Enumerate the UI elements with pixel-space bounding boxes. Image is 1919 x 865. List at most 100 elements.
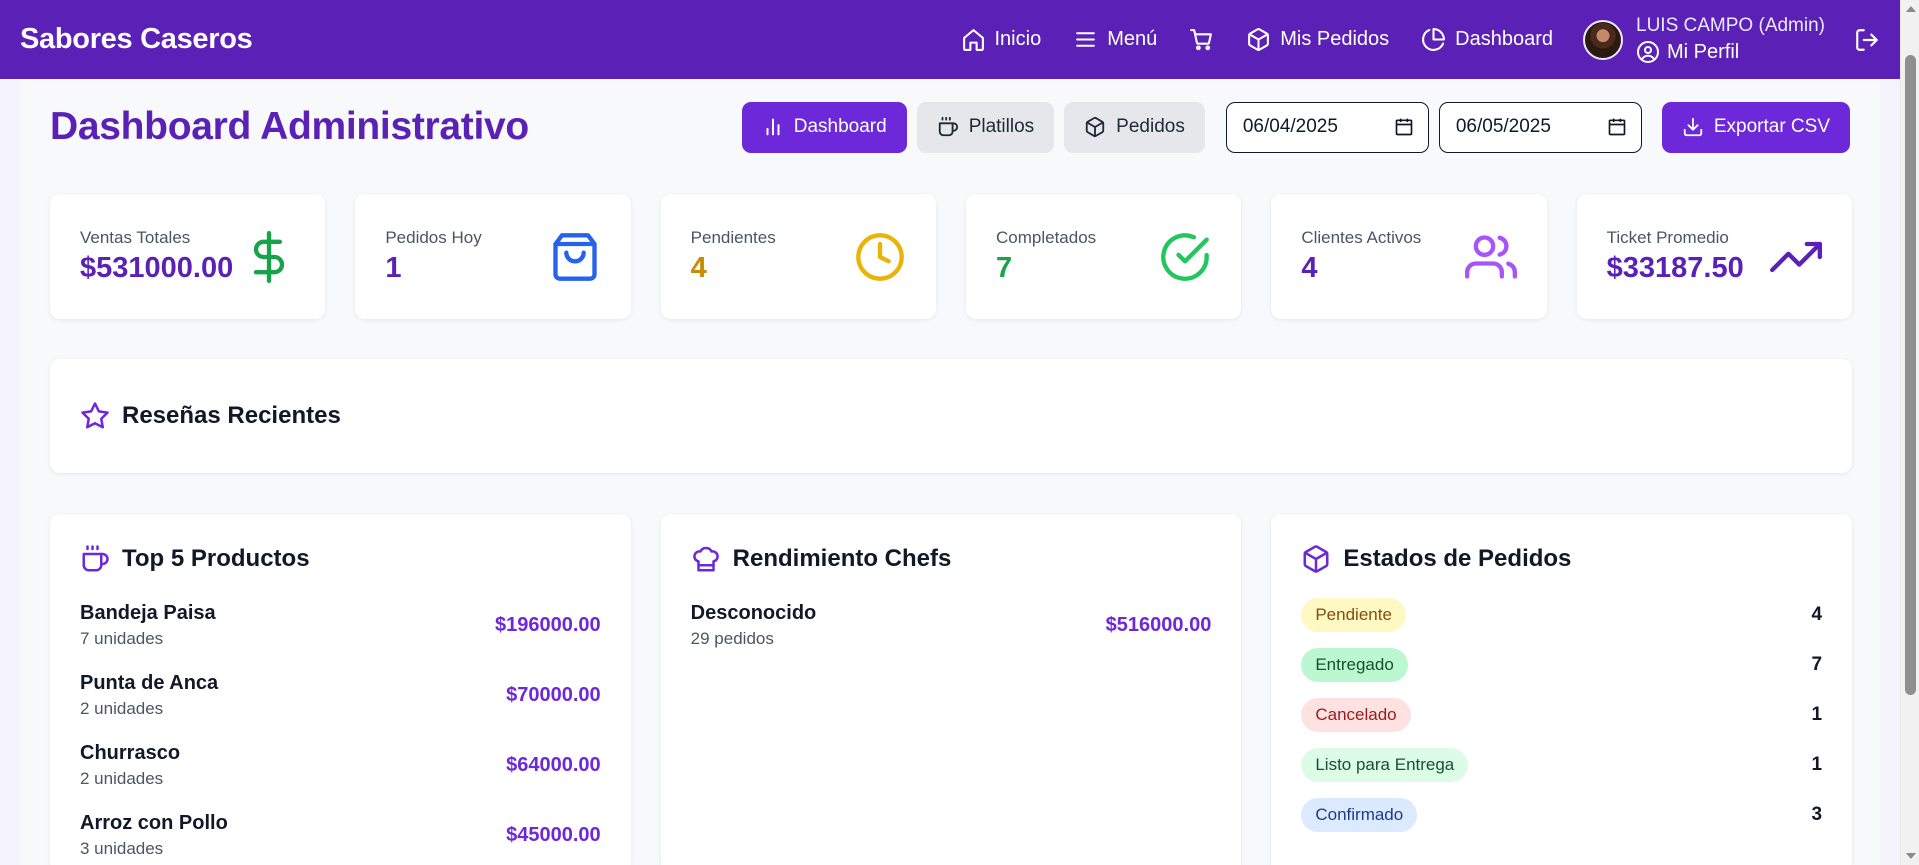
cart-icon: [1190, 29, 1213, 51]
date-to-value: 06/05/2025: [1455, 116, 1551, 137]
nav-menu[interactable]: Menú: [1073, 27, 1157, 52]
top-products-title: Top 5 Productos: [80, 544, 601, 574]
status-badge: Listo para Entrega: [1301, 748, 1469, 782]
pie-chart-icon: [1422, 28, 1446, 51]
user-block: LUIS CAMPO (Admin) Mi Perfil: [1583, 15, 1880, 64]
date-to-input[interactable]: 06/05/2025: [1438, 101, 1642, 153]
trending-up-icon: [1769, 231, 1822, 283]
export-csv-button[interactable]: Exportar CSV: [1661, 101, 1850, 153]
reviews-card: Reseñas Recientes: [50, 359, 1852, 473]
top-products-panel: Top 5 Productos Bandeja Paisa 7 unidades …: [50, 514, 631, 865]
bar-chart-icon: [766, 118, 780, 136]
brand-logo[interactable]: Sabores Caseros: [20, 23, 253, 56]
stat-value: 1: [385, 252, 402, 284]
stat-value: 4: [1301, 252, 1318, 284]
date-from-value: 06/04/2025: [1242, 116, 1338, 137]
chefs-panel: Rendimiento Chefs Desconocido 29 pedidos …: [660, 514, 1242, 865]
stat-label: Pedidos Hoy: [385, 228, 482, 247]
dollar-icon: [243, 230, 295, 283]
stat-label: Ventas Totales: [80, 228, 191, 247]
stat-card-clientes-activos: Clientes Activos 4: [1271, 194, 1547, 319]
product-name: Bandeja Paisa: [80, 601, 216, 624]
user-circle-icon: [1637, 41, 1660, 63]
top-navbar: Sabores Caseros Inicio Menú Mis Pedidos …: [0, 0, 1900, 79]
shopping-bag-icon: [549, 231, 601, 283]
list-item: Listo para Entrega 1: [1301, 740, 1822, 790]
status-count: 4: [1811, 604, 1823, 625]
list-item: Churrasco 2 unidades $64000.00: [80, 730, 601, 800]
product-name: Churrasco: [80, 741, 181, 764]
hamburger-menu-icon: [1076, 32, 1096, 47]
nav-inicio[interactable]: Inicio: [961, 27, 1041, 52]
stat-card-completados: Completados 7: [965, 194, 1242, 319]
stat-value: $531000.00: [80, 252, 234, 284]
product-units: 2 unidades: [80, 768, 164, 788]
stats-row: Ventas Totales $531000.00 Pedidos Hoy 1 …: [50, 194, 1852, 319]
chef-name: Desconocido: [690, 601, 817, 624]
stat-label: Pendientes: [690, 228, 776, 247]
nav-mis-pedidos[interactable]: Mis Pedidos: [1246, 27, 1389, 52]
product-units: 7 unidades: [80, 628, 164, 648]
stat-card-pendientes: Pendientes 4: [660, 194, 936, 319]
status-badge: Entregado: [1301, 648, 1408, 682]
nav-dashboard[interactable]: Dashboard: [1421, 27, 1553, 52]
chef-amount: $516000.00: [1105, 613, 1212, 636]
panels-row: Top 5 Productos Bandeja Paisa 7 unidades …: [50, 514, 1853, 865]
clock-icon: [854, 231, 906, 283]
list-item: Pendiente 4: [1301, 590, 1822, 640]
chef-hat-icon: [692, 546, 719, 572]
product-amount: $70000.00: [506, 683, 601, 706]
tab-dashboard[interactable]: Dashboard: [741, 101, 907, 153]
nav-menu-label: Menú: [1107, 28, 1158, 50]
coffee-cup-icon: [938, 116, 958, 137]
download-icon: [1683, 117, 1703, 137]
order-states-panel: Estados de Pedidos Pendiente 4 Entregado…: [1271, 514, 1853, 865]
calendar-icon[interactable]: [1607, 117, 1627, 137]
list-item: Arroz con Pollo 3 unidades $45000.00: [80, 800, 601, 865]
product-amount: $196000.00: [495, 613, 601, 636]
product-name: Arroz con Pollo: [80, 811, 228, 834]
scroll-up-arrow-icon[interactable]: [1906, 6, 1916, 12]
tab-pedidos-label: Pedidos: [1116, 116, 1185, 137]
check-circle-icon: [1159, 231, 1211, 283]
stat-card-ticket-promedio: Ticket Promedio $33187.50: [1576, 194, 1852, 319]
scroll-down-arrow-icon[interactable]: [1906, 853, 1916, 859]
chefs-title: Rendimiento Chefs: [691, 544, 1212, 574]
tab-pedidos[interactable]: Pedidos: [1064, 101, 1205, 153]
calendar-icon[interactable]: [1394, 117, 1414, 137]
avatar[interactable]: [1583, 19, 1624, 60]
package-icon: [1303, 545, 1329, 573]
stat-card-pedidos-hoy: Pedidos Hoy 1: [355, 194, 631, 319]
stat-value: $33187.50: [1606, 252, 1744, 284]
tab-platillos[interactable]: Platillos: [916, 101, 1055, 153]
top-products-title-text: Top 5 Productos: [122, 545, 310, 572]
nav-cart[interactable]: [1189, 27, 1214, 52]
page-header: Dashboard Administrativo Dashboard Plati…: [50, 101, 1850, 153]
list-item: Entregado 7: [1301, 640, 1822, 690]
tab-platillos-label: Platillos: [968, 116, 1035, 137]
status-badge: Cancelado: [1301, 698, 1411, 732]
stat-value: 4: [690, 252, 707, 284]
profile-link[interactable]: Mi Perfil: [1636, 40, 1825, 64]
export-csv-label: Exportar CSV: [1713, 116, 1830, 137]
profile-label: Mi Perfil: [1667, 40, 1740, 63]
order-states-title: Estados de Pedidos: [1301, 544, 1822, 574]
logout-icon: [1856, 28, 1878, 51]
package-icon: [1248, 28, 1270, 51]
status-count: 1: [1811, 754, 1823, 775]
date-from-input[interactable]: 06/04/2025: [1225, 101, 1429, 153]
product-name: Punta de Anca: [80, 671, 219, 694]
list-item: Bandeja Paisa 7 unidades $196000.00: [80, 590, 601, 660]
main-content: Dashboard Administrativo Dashboard Plati…: [20, 79, 1880, 865]
scroll-thumb[interactable]: [1905, 55, 1916, 695]
nav-dashboard-label: Dashboard: [1455, 28, 1554, 50]
status-count: 1: [1811, 704, 1823, 725]
status-badge: Confirmado: [1301, 798, 1418, 832]
status-count: 3: [1811, 804, 1823, 825]
status-badge: Pendiente: [1301, 598, 1406, 632]
list-item: Confirmado 3: [1301, 790, 1822, 840]
list-item: Punta de Anca 2 unidades $70000.00: [80, 660, 601, 730]
logout-button[interactable]: [1854, 27, 1880, 53]
product-units: 2 unidades: [80, 698, 164, 718]
page-scrollbar[interactable]: [1900, 0, 1919, 865]
